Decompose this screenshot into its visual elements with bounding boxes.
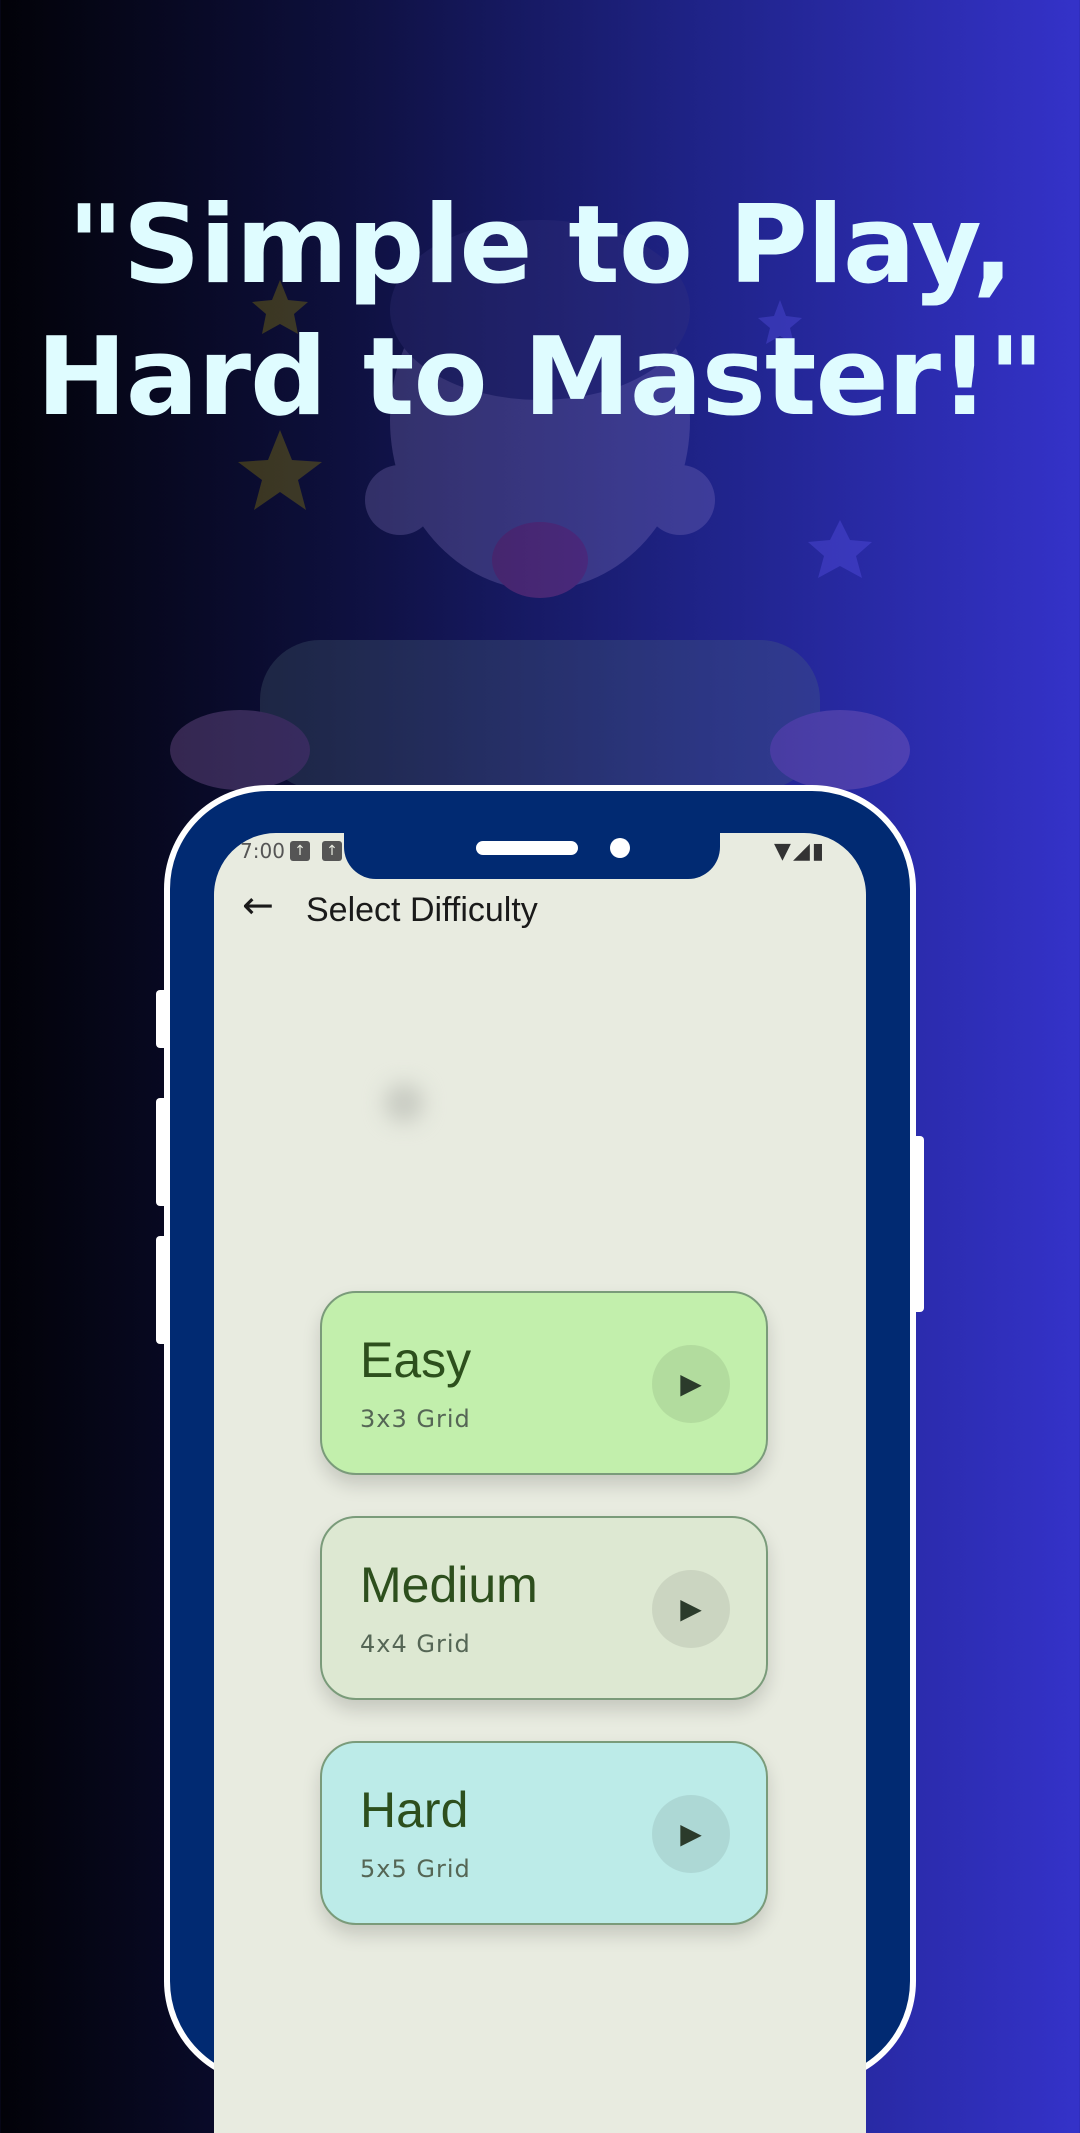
- headline-line-1: "Simple to Play,: [67, 183, 1014, 308]
- difficulty-card-medium[interactable]: Medium 4x4 Grid ▶: [320, 1516, 768, 1700]
- difficulty-label: Easy: [360, 1332, 472, 1388]
- app-bar-title: Select Difficulty: [306, 891, 538, 929]
- difficulty-grid-size: 4x4 Grid: [360, 1630, 471, 1658]
- speaker-grille: [476, 841, 578, 855]
- status-right-icons: ▼◢▮: [774, 839, 826, 864]
- headline-line-2: Hard to Master!": [36, 315, 1044, 440]
- difficulty-grid-size: 3x3 Grid: [360, 1405, 471, 1433]
- difficulty-card-easy[interactable]: Easy 3x3 Grid ▶: [320, 1291, 768, 1475]
- phone-screen: 7:00 ↑ ↑ ▼◢▮ ← Select Difficulty Easy 3x…: [214, 833, 866, 2133]
- phone-mockup: 7:00 ↑ ↑ ▼◢▮ ← Select Difficulty Easy 3x…: [164, 785, 916, 2133]
- play-icon[interactable]: ▶: [652, 1570, 730, 1648]
- difficulty-card-hard[interactable]: Hard 5x5 Grid ▶: [320, 1741, 768, 1925]
- notification-icon: ↑: [290, 841, 310, 861]
- play-icon[interactable]: ▶: [652, 1795, 730, 1873]
- signal-icon: ◢: [792, 839, 812, 864]
- notification-icon: ↑: [322, 841, 342, 861]
- play-icon[interactable]: ▶: [652, 1345, 730, 1423]
- wifi-icon: ▼: [774, 839, 793, 864]
- difficulty-grid-size: 5x5 Grid: [360, 1855, 471, 1883]
- arrow-left-icon[interactable]: ←: [242, 883, 274, 927]
- difficulty-label: Hard: [360, 1782, 469, 1838]
- battery-icon: ▮: [811, 839, 826, 864]
- front-camera: [610, 838, 630, 858]
- difficulty-label: Medium: [360, 1557, 538, 1613]
- blurred-decoration: [384, 1083, 424, 1123]
- status-time: 7:00: [240, 839, 285, 863]
- phone-notch: [344, 833, 720, 879]
- promo-headline: "Simple to Play, Hard to Master!": [0, 180, 1080, 444]
